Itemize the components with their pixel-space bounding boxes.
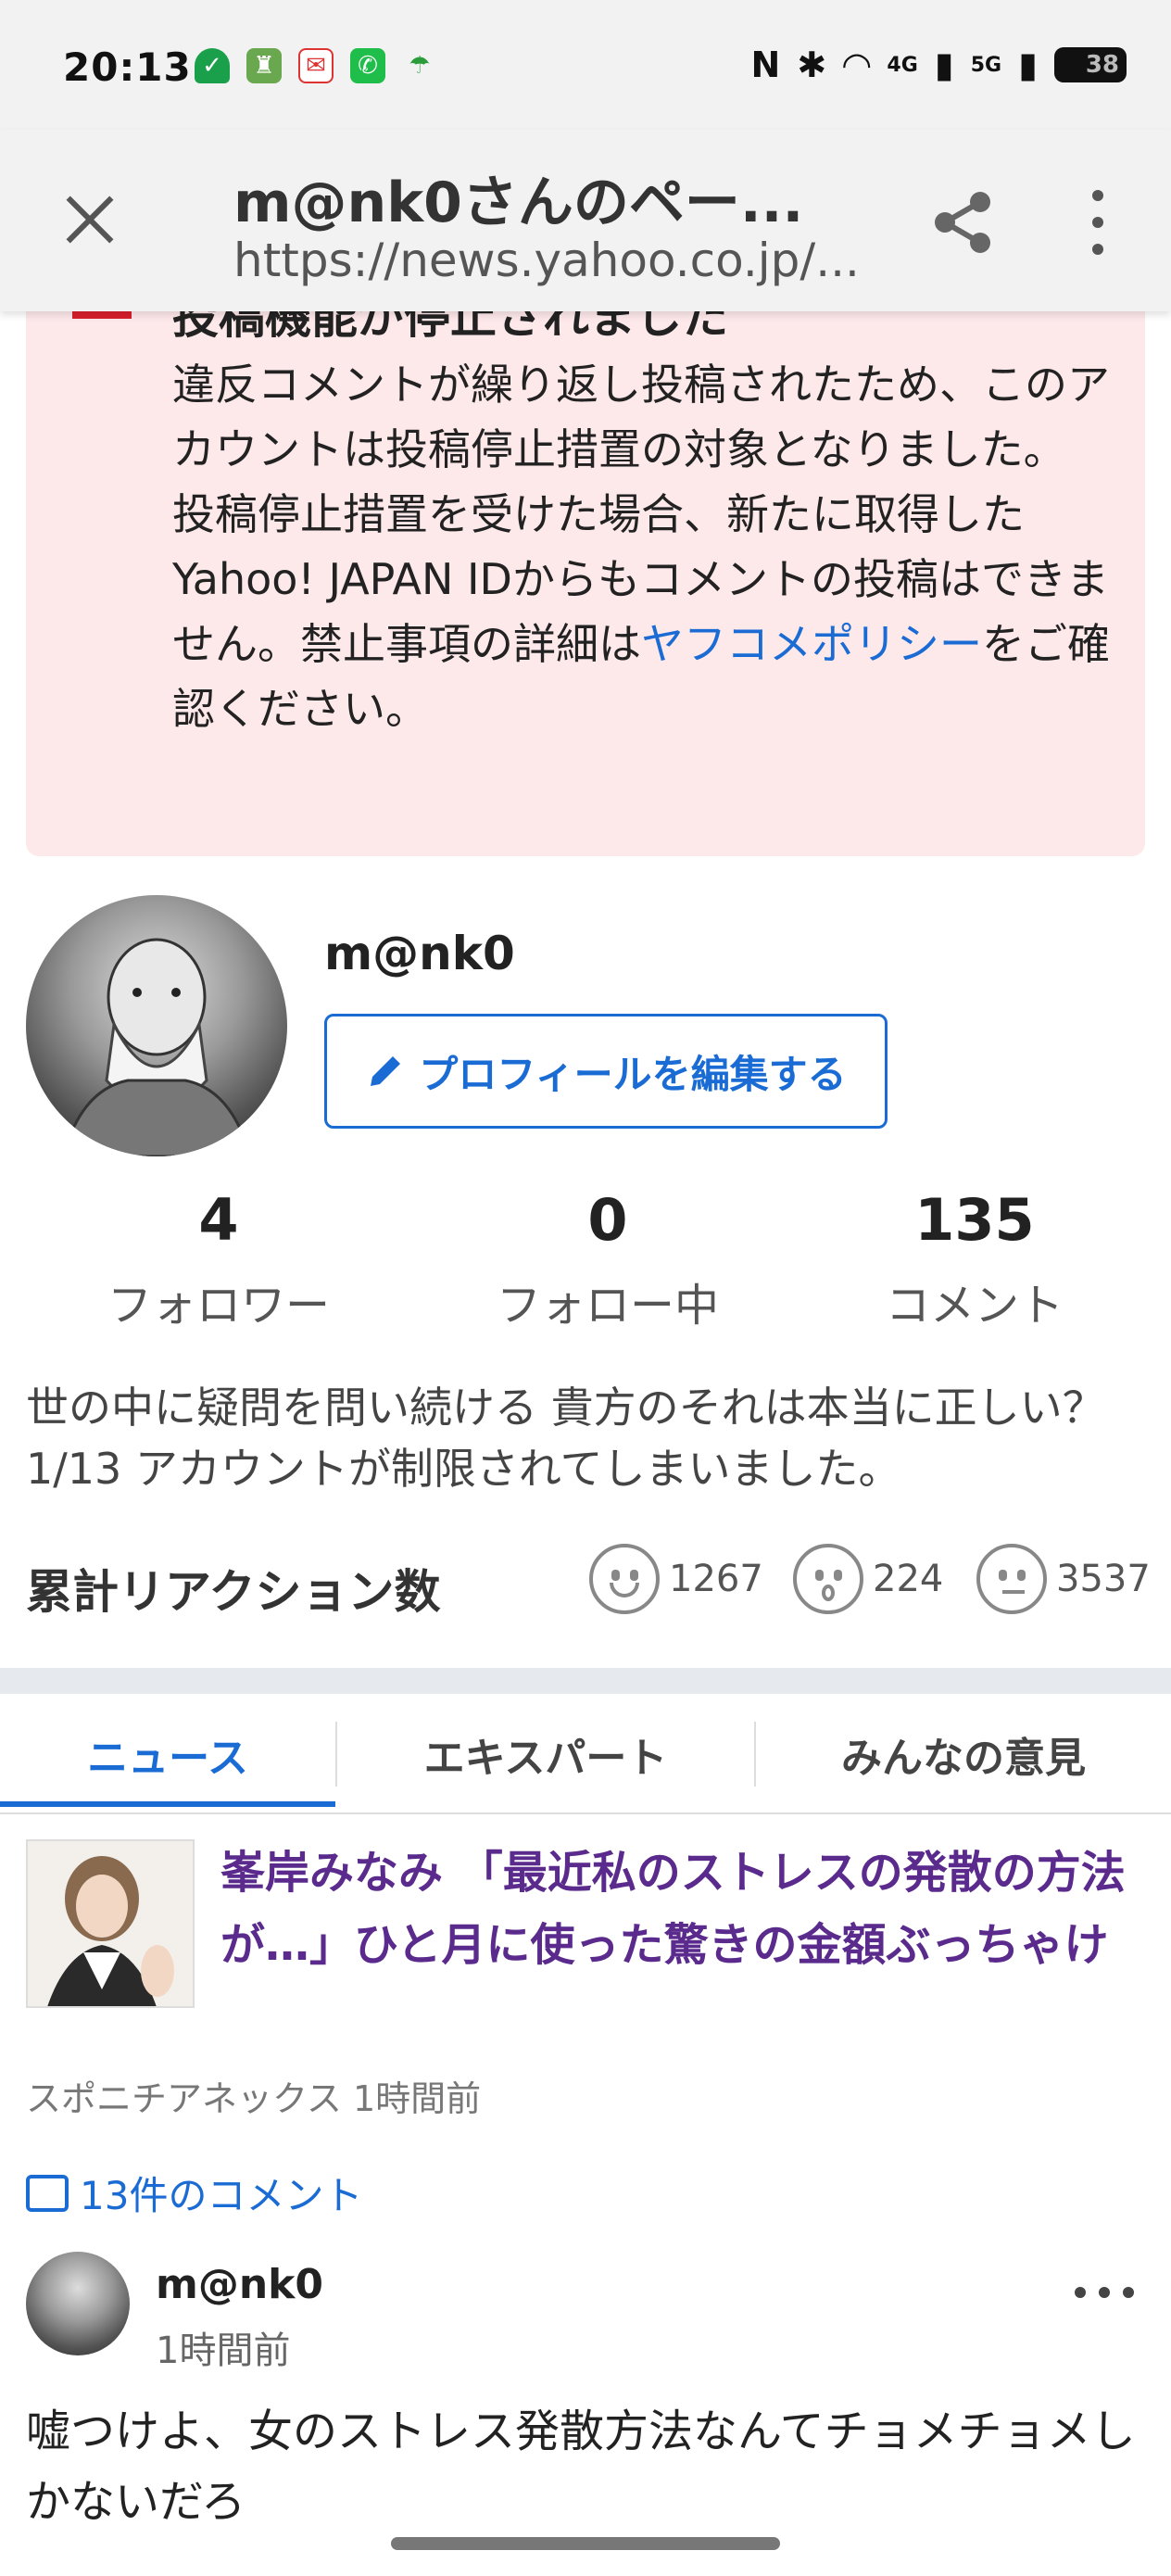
battery-level: 38: [1085, 51, 1119, 79]
home-indicator[interactable]: [391, 2537, 780, 2550]
smile-face-icon: [589, 1544, 660, 1614]
battery-icon: 38: [1054, 47, 1127, 82]
app-icon: ♜: [246, 48, 282, 83]
article-meta: スポニチアネックス 1時間前: [26, 2078, 482, 2119]
suspension-warning: 投稿機能が停止されました 違反コメントが繰り返し投稿されたため、このアカウントは…: [26, 269, 1145, 856]
surprised-face-icon: [793, 1544, 863, 1614]
stat-value: 4: [198, 1186, 239, 1254]
status-time: 20:13: [63, 44, 192, 90]
stat-value: 0: [587, 1186, 628, 1254]
article-thumbnail[interactable]: [26, 1839, 195, 2008]
reaction-title: 累計リアクション数: [26, 1565, 441, 1619]
section-divider: [0, 1668, 1171, 1694]
stat-label: フォロー中: [496, 1280, 719, 1332]
avatar-illustration: [61, 938, 252, 1156]
comments-link[interactable]: 13件のコメント: [26, 2165, 362, 2221]
policy-link[interactable]: ヤフコメポリシー: [641, 619, 982, 669]
avatar[interactable]: [26, 895, 287, 1156]
stat-label: コメント: [885, 1280, 1064, 1332]
signal-icon: ▮: [1018, 44, 1038, 85]
more-options-icon[interactable]: [1084, 190, 1112, 255]
total-reactions: 累計リアクション数 1267 224 3537: [0, 1544, 1171, 1627]
close-icon[interactable]: [56, 185, 124, 254]
warning-body: 違反コメントが繰り返し投稿されたため、このアカウントは投稿停止措置の対象となりま…: [172, 352, 1117, 741]
wifi-icon: ◠: [843, 44, 871, 85]
notification-icons: ✓ ♜ ✉ ✆ ☂: [195, 48, 437, 83]
reaction-smile: 1267: [589, 1544, 763, 1614]
network-5g-label: 5G: [970, 53, 1002, 77]
tab-opinions[interactable]: みんなの意見: [756, 1694, 1171, 1814]
nfc-icon: N: [750, 44, 781, 85]
umbrella-icon: ☂: [409, 52, 431, 80]
comment-username[interactable]: m@nk0: [156, 2261, 323, 2308]
pencil-icon: [371, 1056, 401, 1086]
stat-following[interactable]: 0 フォロー中: [450, 1186, 765, 1333]
reaction-count: 224: [873, 1558, 944, 1600]
comment-avatar[interactable]: [26, 2252, 130, 2355]
share-icon[interactable]: [926, 185, 1001, 259]
shield-icon: ✓: [195, 48, 230, 83]
page-title: m@nk0さんのペー...: [233, 170, 804, 235]
profile-bio: 世の中に疑問を問い続ける 貴方のそれは本当に正しい？ 1/13 アカウントが制限…: [26, 1383, 1105, 1494]
edit-profile-label: プロフィールを編集する: [419, 1051, 847, 1097]
url-display[interactable]: https://news.yahoo.co.jp/...: [233, 234, 863, 287]
reaction-surprised: 224: [793, 1544, 943, 1614]
system-icons: N ✱ ◠ 4G ▮ 5G ▮ 38: [751, 44, 1127, 85]
reaction-count: 3537: [1056, 1558, 1151, 1600]
article-title[interactable]: 峯岸みなみ 「最近私のストレスの発散の方法が…」ひと月に使った驚きの金額ぶっちゃ…: [220, 1837, 1147, 1981]
profile-stats: 4 フォロワー 0 フォロー中 135 コメント: [0, 1186, 1171, 1334]
comment-bubble-icon: [26, 2174, 69, 2212]
comment-more-icon[interactable]: [1075, 2287, 1134, 2298]
stat-followers[interactable]: 4 フォロワー: [61, 1186, 376, 1333]
status-bar: 20:13 ✓ ♜ ✉ ✆ ☂ N ✱ ◠ 4G ▮ 5G ▮ 38: [0, 0, 1171, 130]
active-tab-indicator: [0, 1801, 335, 1807]
reaction-thinking: 3537: [976, 1544, 1151, 1614]
signal-icon: ▮: [934, 44, 954, 85]
tab-experts[interactable]: エキスパート: [337, 1694, 754, 1814]
edit-profile-button[interactable]: プロフィールを編集する: [324, 1014, 888, 1129]
network-4g-label: 4G: [887, 53, 918, 77]
stat-label: フォロワー: [107, 1280, 330, 1332]
comment-body: 嘘つけよ、女のストレス発散方法なんてチョメチョメしかないだろ: [26, 2406, 1136, 2528]
content-tabs: ニュース エキスパート みんなの意見: [0, 1694, 1171, 1814]
thumbnail-image: [28, 1841, 193, 2006]
tab-news[interactable]: ニュース: [0, 1694, 335, 1814]
profile-username: m@nk0: [324, 927, 515, 980]
reaction-count: 1267: [669, 1558, 763, 1600]
comments-count: 13件のコメント: [80, 2173, 363, 2218]
thinking-face-icon: [976, 1544, 1047, 1614]
bluetooth-icon: ✱: [797, 44, 827, 85]
warning-text-1: 違反コメントが繰り返し投稿されたため、このアカウントは投稿停止措置の対象となりま…: [172, 360, 1110, 474]
phone-icon: ✆: [350, 48, 385, 83]
mail-icon: ✉: [298, 48, 334, 83]
stat-comments[interactable]: 135 コメント: [817, 1186, 1132, 1333]
comment-time: 1時間前: [156, 2330, 291, 2372]
stat-value: 135: [914, 1186, 1035, 1254]
